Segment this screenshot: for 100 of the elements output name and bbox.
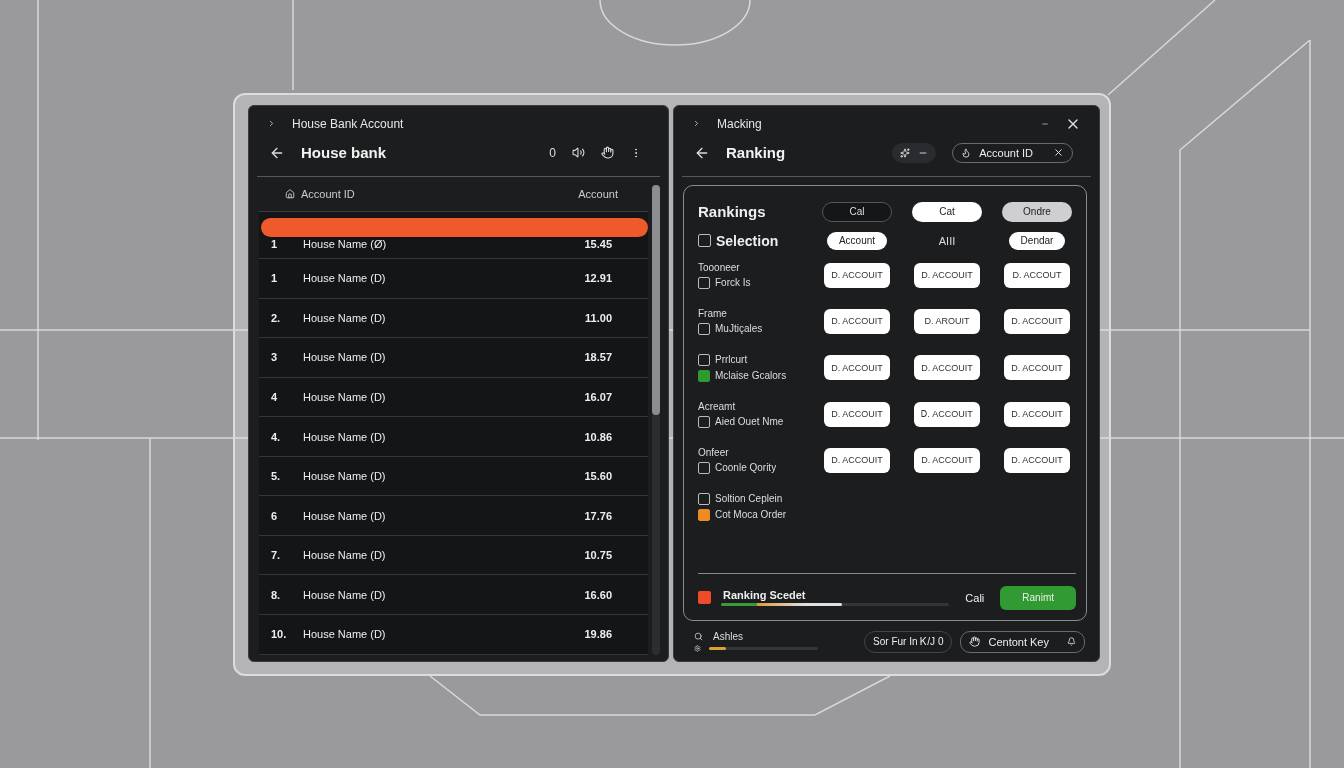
option-checkbox[interactable]: Aied Ouet Nme [698, 415, 806, 428]
row-number: 7. [271, 549, 282, 562]
house-name: House Name (D) [303, 628, 387, 641]
search-icon [694, 632, 703, 641]
house-name: House Name (D) [303, 549, 387, 562]
filter-chip[interactable]: Account ID [952, 142, 1073, 163]
option-checkbox[interactable]: Soltion Ceplein [698, 492, 806, 505]
sort-button[interactable]: Sor Fur In Ꮶ/J 0 [864, 630, 953, 653]
account-amount: 19.86 [584, 628, 612, 641]
segment-toggle[interactable]: Cat [912, 201, 982, 222]
column-pill[interactable]: Account [826, 231, 888, 250]
row-number: 3 [271, 351, 279, 364]
account-button[interactable]: D. ACCOUIT [824, 401, 890, 427]
column-pill[interactable]: Dendar [1008, 231, 1066, 250]
card-heading: Rankings [698, 203, 767, 220]
progress-label: Ranking Scedet [722, 589, 807, 601]
group-label: Toooneer [698, 261, 741, 273]
breadcrumb: Macking [717, 116, 762, 131]
account-amount: 10.86 [584, 430, 612, 443]
option-checkbox[interactable]: Prrlcurt [698, 353, 806, 366]
segment-toggle[interactable]: Cal [822, 201, 892, 222]
sparkle-button[interactable] [892, 142, 937, 163]
account-button[interactable]: D. ACCOUIT [1004, 355, 1070, 380]
panel-title: House bank [301, 144, 387, 161]
house-name: House Name (D) [303, 351, 387, 364]
account-button[interactable]: D. ACCOUIT [824, 262, 890, 288]
account-button[interactable]: D. ACCOUIT [1004, 308, 1070, 334]
account-amount: 18.57 [584, 351, 612, 364]
table-row[interactable]: 2. House Name (D) 11.00 [259, 298, 648, 339]
close-icon[interactable] [1053, 147, 1064, 158]
option-checkbox[interactable]: Mclaise Gcalors [698, 369, 806, 382]
content-key-chip[interactable]: Centont Key [960, 630, 1085, 653]
account-button[interactable]: D. ACCOUIT [914, 447, 980, 473]
house-name: House Name (Ø) [303, 238, 388, 251]
account-amount: 15.45 [584, 238, 612, 251]
table-row[interactable]: 3 House Name (D) 18.57 [259, 338, 648, 378]
account-button[interactable]: D. ACCOUT [1004, 262, 1070, 288]
house-name: House Name (D) [303, 430, 387, 443]
house-name: House Name (D) [303, 311, 387, 324]
table-row[interactable]: 6 House Name (D) 17.76 [259, 496, 648, 536]
table-row[interactable]: 5. House Name (D) 15.60 [259, 456, 648, 497]
house-name: House Name (D) [303, 272, 387, 285]
selection-checkbox[interactable]: Selection [698, 232, 806, 249]
cancel-link[interactable]: Cali [959, 590, 991, 605]
sparkle-icon [900, 147, 911, 158]
column-header[interactable]: Account ID [301, 187, 355, 200]
bell-icon [1067, 637, 1076, 646]
account-button[interactable]: D. ACCOUIT [1004, 401, 1070, 427]
panel-title: Ranking [726, 144, 786, 161]
row-number: 1 [271, 238, 279, 251]
table-row[interactable]: 1 House Name (D) 12.91 [259, 259, 648, 299]
house-name: House Name (D) [303, 470, 387, 483]
account-amount: 16.07 [584, 390, 612, 403]
table-row[interactable]: 4. House Name (D) 10.86 [259, 417, 648, 457]
column-label: AIII [938, 234, 956, 247]
account-button[interactable]: D. ACCOUIT [914, 262, 980, 288]
house-name: House Name (D) [303, 588, 387, 601]
row-number: 4. [271, 430, 282, 443]
table-row[interactable]: 8. House Name (D) 16.60 [259, 575, 648, 615]
table-row[interactable]: 7. House Name (D) 10.75 [259, 535, 648, 576]
account-amount: 16.60 [584, 588, 612, 601]
chevron-right-icon [692, 119, 701, 128]
breadcrumb: House Bank Account [292, 116, 404, 131]
group-label: Frame [698, 307, 728, 319]
row-number: 4 [271, 390, 279, 403]
account-button[interactable]: D. ACCOUIT [914, 355, 980, 380]
account-amount: 11.00 [585, 311, 612, 324]
column-header[interactable]: Account [578, 187, 618, 200]
option-checkbox[interactable]: MuJtiçales [698, 322, 806, 335]
status-square [698, 591, 711, 604]
house-name: House Name (D) [303, 509, 387, 522]
group-label: Onfeer [698, 446, 730, 458]
option-checkbox[interactable]: Forck Is [698, 276, 806, 289]
row-number: 5. [271, 470, 282, 483]
table-row[interactable]: 1 House Name (Ø) 15.45 [259, 211, 648, 260]
account-button[interactable]: D. ACCOUIT [1004, 447, 1070, 473]
account-button[interactable]: D. ACCOUIT [824, 308, 890, 334]
row-number: 2. [271, 311, 282, 324]
hand-icon[interactable] [601, 146, 614, 159]
row-number: 1 [271, 272, 279, 285]
scrollbar[interactable] [652, 184, 660, 655]
account-amount: 15.60 [584, 470, 612, 483]
speaker-icon[interactable] [572, 146, 585, 159]
table-row[interactable]: 4 House Name (D) 16.07 [259, 377, 648, 418]
table-row[interactable]: 10. House Name (D) 19.86 [259, 614, 648, 655]
account-button[interactable]: D. ACCOUIT [824, 447, 890, 473]
chevron-right-icon [267, 119, 276, 128]
account-button[interactable]: D. AROUIT [914, 308, 980, 334]
row-number: 10. [271, 628, 288, 641]
account-button[interactable]: Ꭰ. ACCOUIT [914, 401, 980, 427]
option-checkbox[interactable]: Coonle Qority [698, 461, 806, 474]
group-label: Acreamt [698, 400, 737, 412]
home-icon [285, 188, 295, 199]
house-name: House Name (D) [303, 390, 387, 403]
hand-icon [969, 636, 981, 647]
account-button[interactable]: D. ACCOUIT [824, 355, 890, 380]
segment-toggle[interactable]: Ondre [1002, 201, 1072, 222]
option-checkbox[interactable]: Cot Moca Order [698, 508, 806, 521]
row-number: 6 [271, 509, 279, 522]
row-number: 8. [271, 588, 282, 601]
